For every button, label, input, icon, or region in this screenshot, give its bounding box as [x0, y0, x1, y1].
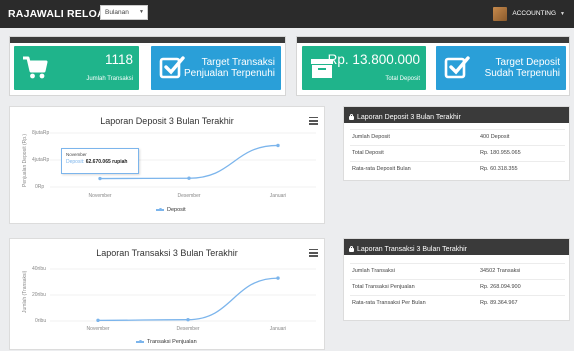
- target-sales-line1: Target Transaksi: [201, 57, 275, 68]
- legend-label: Transaksi Penjualan: [147, 339, 197, 345]
- data-point[interactable]: [276, 143, 280, 148]
- tile-target-deposit: Target Deposit Sudah Terpenuhi: [436, 46, 566, 90]
- transaction-chart-panel: Laporan Transaksi 3 Bulan Terakhir Jumla…: [9, 238, 325, 350]
- summary-value: Rp. 60.318.355: [480, 166, 518, 172]
- top-navbar: RAJAWALI RELOAD Bulanan ▼ ACCOUNTING ▼: [0, 0, 574, 28]
- total-deposit-label: Total Deposit: [385, 76, 420, 82]
- total-deposit-value: Rp. 13.800.000: [327, 52, 420, 67]
- x-tick-label: November: [88, 193, 111, 199]
- period-select-value: Bulanan: [105, 9, 129, 16]
- data-point[interactable]: [96, 318, 100, 323]
- target-deposit-line2: Sudah Terpenuhi: [484, 68, 560, 79]
- lock-icon: [349, 245, 354, 252]
- summary-row: Rata-rata Deposit Bulan Rp. 60.318.355: [350, 161, 565, 175]
- cart-icon: [23, 56, 48, 79]
- summary-value: Rp. 180.955.065: [480, 150, 521, 156]
- summary-value: 400 Deposit: [480, 134, 510, 140]
- tooltip-value: 62.670.065 rupiah: [85, 159, 128, 165]
- summary-row: Jumlah Transaksi 34502 Transaksi: [350, 263, 565, 277]
- user-menu[interactable]: ACCOUNTING ▼: [493, 5, 565, 22]
- data-point[interactable]: [187, 176, 191, 180]
- transaction-count-value: 1118: [104, 52, 133, 67]
- transaction-chart-legend[interactable]: Transaksi Penjualan: [136, 339, 197, 345]
- data-point[interactable]: [276, 276, 280, 280]
- data-point[interactable]: [98, 176, 102, 181]
- transaction-summary-title: Laporan Transaksi 3 Bulan Terakhir: [357, 245, 467, 253]
- tile-transaction-count: 1118 Jumlah Transaksi: [14, 46, 139, 90]
- summary-label: Rata-rata Transaksi Per Bulan: [352, 300, 426, 306]
- x-tick-label: Desember: [177, 193, 200, 199]
- x-tick-label: Januari: [270, 326, 286, 332]
- summary-row: Rata-rata Transaksi Per Bulan Rp. 89.364…: [350, 295, 565, 309]
- transaction-count-label: Jumlah Transaksi: [86, 76, 133, 82]
- summary-row: Total Deposit Rp. 180.955.065: [350, 145, 565, 159]
- deposit-summary-panel: Laporan Deposit 3 Bulan Terakhir Jumlah …: [343, 106, 570, 181]
- transaction-chart-plot: November Desember Januari: [50, 268, 316, 332]
- checkbox-icon: [159, 56, 185, 79]
- checkbox-icon: [444, 56, 470, 79]
- deposit-summary-header: Laporan Deposit 3 Bulan Terakhir: [344, 107, 569, 123]
- deposit-summary-title: Laporan Deposit 3 Bulan Terakhir: [357, 113, 461, 121]
- target-sales-line2: Penjualan Terpenuhi: [183, 68, 275, 79]
- user-name: ACCOUNTING: [512, 10, 557, 17]
- tile-total-deposit: Rp. 13.800.000 Total Deposit: [302, 46, 426, 90]
- avatar: [493, 6, 508, 21]
- brand-logo[interactable]: RAJAWALI RELOAD: [8, 8, 113, 20]
- period-select[interactable]: Bulanan ▼: [100, 5, 148, 20]
- summary-label: Rata-rata Deposit Bulan: [352, 166, 411, 172]
- x-tick-label: Desember: [176, 326, 199, 332]
- transaction-summary-panel: Laporan Transaksi 3 Bulan Terakhir Jumla…: [343, 238, 570, 321]
- x-tick-label: November: [86, 326, 109, 332]
- summary-row: Total Transaksi Penjualan Rp. 268.094.90…: [350, 279, 565, 293]
- summary-label: Total Deposit: [352, 150, 384, 156]
- chart-tooltip: November Deposit: 62.670.065 rupiah: [61, 148, 139, 174]
- data-point[interactable]: [186, 318, 190, 322]
- lock-icon: [349, 113, 354, 120]
- tooltip-series: Deposit:: [66, 159, 85, 165]
- tile-target-sales: Target Transaksi Penjualan Terpenuhi: [151, 46, 281, 90]
- target-deposit-line1: Target Deposit: [495, 57, 560, 68]
- tooltip-header: November: [66, 152, 87, 157]
- deposit-chart-panel: Laporan Deposit 3 Bulan Terakhir Penjual…: [9, 106, 325, 224]
- series-line: [97, 277, 279, 321]
- deposit-chart-legend[interactable]: Deposit: [156, 207, 186, 213]
- legend-label: Deposit: [167, 207, 186, 213]
- summary-label: Jumlah Deposit: [352, 134, 390, 140]
- summary-value: 34502 Transaksi: [480, 268, 521, 274]
- x-tick-label: Januari: [270, 193, 286, 199]
- caret-down-icon: ▼: [560, 10, 565, 17]
- summary-value: Rp. 89.364.967: [480, 300, 518, 306]
- summary-label: Total Transaksi Penjualan: [352, 284, 415, 290]
- summary-row: Jumlah Deposit 400 Deposit: [350, 129, 565, 143]
- summary-value: Rp. 268.094.900: [480, 284, 521, 290]
- transaction-summary-header: Laporan Transaksi 3 Bulan Terakhir: [344, 239, 569, 255]
- summary-label: Jumlah Transaksi: [352, 268, 395, 274]
- caret-down-icon: ▼: [139, 9, 144, 15]
